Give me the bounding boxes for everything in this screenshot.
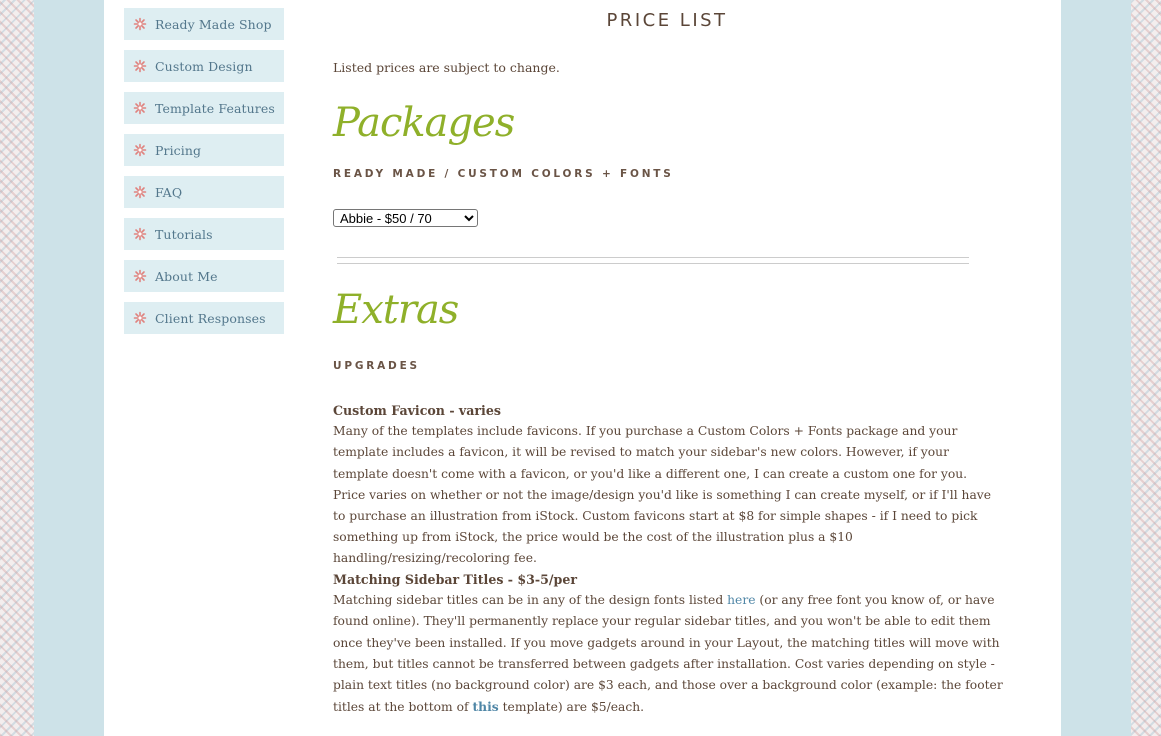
package-select[interactable]: Abbie - $50 / 70 (333, 209, 478, 227)
asterisk-flower-icon (133, 311, 147, 325)
packages-subheading: READY MADE / CUSTOM COLORS + FONTS (333, 168, 674, 180)
sidebar-item-label: Pricing (155, 142, 202, 158)
sidebar-item-label: FAQ (155, 184, 183, 200)
price-notice: Listed prices are subject to change. (333, 60, 560, 75)
asterisk-flower-icon (133, 269, 147, 283)
sidebar-item-tutorials[interactable]: Tutorials (124, 218, 284, 250)
upgrade-title: Matching Sidebar Titles - $3-5/per (333, 572, 577, 587)
asterisk-flower-icon (133, 101, 147, 115)
upgrade-matching-sidebar-titles: Matching Sidebar Titles - $3-5/per Match… (333, 569, 1003, 718)
sidebar-item-template-features[interactable]: Template Features (124, 92, 284, 124)
description-text: Matching sidebar titles can be in any of… (333, 593, 728, 608)
fonts-here-link[interactable]: here (727, 593, 755, 607)
section-divider (337, 257, 969, 264)
asterisk-flower-icon (133, 59, 147, 73)
packages-heading: Packages (333, 100, 515, 146)
sidebar-item-label: Template Features (155, 100, 275, 116)
sidebar-item-ready-made-shop[interactable]: Ready Made Shop (124, 8, 284, 40)
sidebar-item-about-me[interactable]: About Me (124, 260, 284, 292)
sidebar-item-label: Ready Made Shop (155, 16, 272, 32)
example-template-link[interactable]: this (472, 699, 498, 714)
description-text: template) are $5/each. (498, 700, 645, 715)
sidebar-item-label: About Me (155, 268, 218, 284)
asterisk-flower-icon (133, 185, 147, 199)
sidebar-nav: Ready Made Shop Custom Design Template F… (124, 8, 284, 344)
sidebar-item-faq[interactable]: FAQ (124, 176, 284, 208)
description-text: (or any free font you know of, or have f… (333, 593, 1003, 715)
asterisk-flower-icon (133, 17, 147, 31)
asterisk-flower-icon (133, 143, 147, 157)
upgrade-description: Many of the templates include favicons. … (333, 424, 992, 566)
sidebar-item-custom-design[interactable]: Custom Design (124, 50, 284, 82)
sidebar-item-label: Client Responses (155, 310, 266, 326)
upgrade-description: Matching sidebar titles can be in any of… (333, 590, 1003, 718)
sidebar-item-client-responses[interactable]: Client Responses (124, 302, 284, 334)
sidebar-item-pricing[interactable]: Pricing (124, 134, 284, 166)
upgrade-title: Custom Favicon - varies (333, 403, 501, 418)
sidebar-item-label: Custom Design (155, 58, 253, 74)
page-title: PRICE LIST (606, 10, 728, 31)
asterisk-flower-icon (133, 227, 147, 241)
upgrade-custom-favicon: Custom Favicon - varies Many of the temp… (333, 400, 1003, 570)
extras-heading: Extras (333, 287, 459, 333)
extras-subheading: UPGRADES (333, 360, 420, 372)
sidebar-item-label: Tutorials (155, 226, 213, 242)
